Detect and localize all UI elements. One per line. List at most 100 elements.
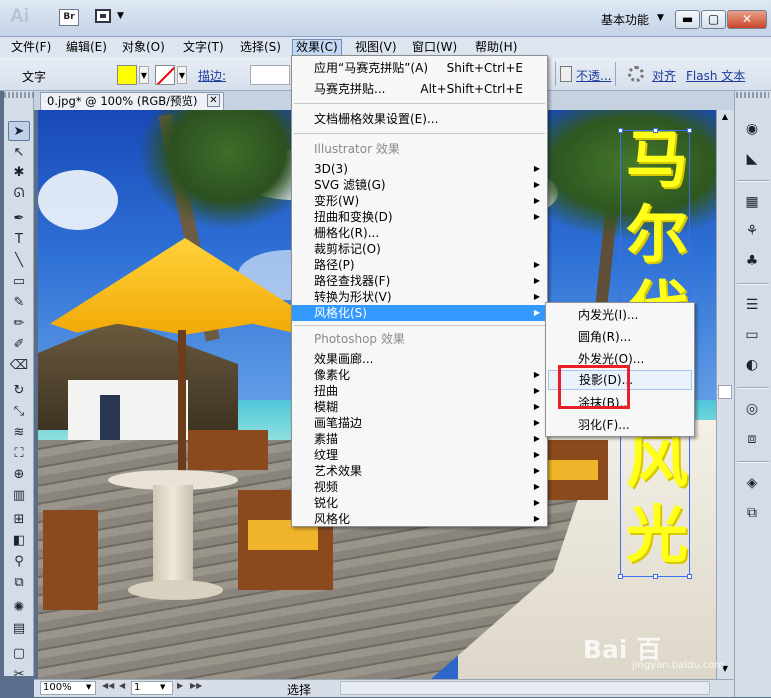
chevron-down-icon[interactable]: ▼	[160, 683, 165, 691]
stroke-weight-link[interactable]: 描边:	[198, 67, 226, 84]
menu-item-crop-marks[interactable]: 裁剪标记(O)	[292, 241, 547, 257]
menu-item-texture[interactable]: 纹理 ▶	[292, 447, 547, 463]
type-tool-icon[interactable]: T	[8, 230, 30, 250]
opacity-link[interactable]: 不透...	[576, 67, 611, 84]
menu-item-brush-strokes[interactable]: 画笔描边 ▶	[292, 415, 547, 431]
eraser-tool-icon[interactable]: ⌫	[8, 356, 30, 376]
color-panel-icon[interactable]: ◉	[742, 120, 762, 138]
menu-object[interactable]: 对象(O)	[119, 39, 168, 56]
graphic-styles-panel-icon[interactable]: ⧈	[742, 430, 762, 448]
free-transform-tool-icon[interactable]: ⛶	[8, 444, 30, 464]
rectangle-tool-icon[interactable]: ▭	[8, 272, 30, 292]
selection-tool-icon[interactable]: ➤	[8, 121, 30, 141]
lasso-tool-icon[interactable]: ᘏ	[8, 184, 30, 204]
resize-handle[interactable]	[653, 574, 658, 579]
previous-artboard-icon[interactable]: ◀	[119, 681, 125, 690]
rotate-tool-icon[interactable]: ↻	[8, 381, 30, 401]
resize-handle[interactable]	[618, 574, 623, 579]
menu-item-apply-last[interactable]: 应用“马赛克拼贴”(A) Shift+Ctrl+E	[292, 60, 547, 76]
stroke-panel-icon[interactable]: ☰	[742, 296, 762, 314]
menu-window[interactable]: 窗口(W)	[409, 39, 460, 56]
resize-handle[interactable]	[687, 128, 692, 133]
pencil-tool-icon[interactable]: ✏	[8, 314, 30, 334]
maximize-button[interactable]: ▢	[701, 10, 726, 29]
menu-file[interactable]: 文件(F)	[8, 39, 54, 56]
menu-item-distort-transform[interactable]: 扭曲和变换(D) ▶	[292, 209, 547, 225]
pen-tool-icon[interactable]: ✒	[8, 209, 30, 229]
style-swatch[interactable]	[560, 66, 572, 82]
menu-item-convert-shape[interactable]: 转换为形状(V) ▶	[292, 289, 547, 305]
menu-item-inner-glow[interactable]: 内发光(I)...	[546, 305, 694, 325]
stroke-weight-input[interactable]	[250, 65, 290, 85]
artboard-tool-icon[interactable]: ▢	[8, 644, 30, 664]
paintbrush-tool-icon[interactable]: ✎	[8, 293, 30, 313]
menu-help[interactable]: 帮助(H)	[472, 39, 520, 56]
menu-item-sharpen[interactable]: 锐化 ▶	[292, 495, 547, 511]
menu-effect[interactable]: 效果(C)	[292, 39, 342, 56]
resize-handle[interactable]	[618, 128, 623, 133]
chevron-down-icon[interactable]: ▼	[86, 683, 91, 691]
line-tool-icon[interactable]: ╲	[8, 251, 30, 271]
menu-item-feather[interactable]: 羽化(F)...	[546, 415, 694, 435]
menu-item-pixelate[interactable]: 像素化 ▶	[292, 367, 547, 383]
menu-item-video[interactable]: 视频 ▶	[292, 479, 547, 495]
column-graph-tool-icon[interactable]: ▤	[8, 619, 30, 639]
minimize-button[interactable]: ▬	[675, 10, 700, 29]
swatches-panel-icon[interactable]: ▦	[742, 193, 762, 211]
menu-item-path[interactable]: 路径(P) ▶	[292, 257, 547, 273]
chevron-down-icon[interactable]: ▼	[177, 66, 187, 84]
menu-item-distort[interactable]: 扭曲 ▶	[292, 383, 547, 399]
menu-item-pathfinder[interactable]: 路径查找器(F) ▶	[292, 273, 547, 289]
eyedropper-tool-icon[interactable]: ⚲	[8, 552, 30, 572]
menu-view[interactable]: 视图(V)	[352, 39, 400, 56]
menu-item-raster-settings[interactable]: 文档栅格效果设置(E)...	[292, 111, 547, 127]
blob-brush-tool-icon[interactable]: ✐	[8, 335, 30, 355]
align-link[interactable]: 对齐	[652, 67, 676, 84]
chevron-down-icon[interactable]: ▼	[139, 66, 149, 84]
resize-handle[interactable]	[687, 574, 692, 579]
menu-item-round-corners[interactable]: 圆角(R)...	[546, 327, 694, 347]
warp-tool-icon[interactable]: ≋	[8, 423, 30, 443]
panel-grip[interactable]	[4, 92, 34, 98]
document-tab[interactable]: 0.jpg* @ 100% (RGB/预览)	[40, 92, 224, 110]
menu-item-blur[interactable]: 模糊 ▶	[292, 399, 547, 415]
slice-tool-icon[interactable]: ✂	[8, 665, 30, 685]
scale-tool-icon[interactable]: ⤡	[8, 402, 30, 422]
resize-handle[interactable]	[653, 128, 658, 133]
workspace-switcher[interactable]: 基本功能	[601, 11, 649, 28]
menu-item-ps-stylize[interactable]: 风格化 ▶	[292, 511, 547, 527]
artboard-number-field[interactable]: 1	[131, 681, 173, 695]
menu-item-3d[interactable]: 3D(3) ▶	[292, 161, 547, 177]
flash-text-link[interactable]: Flash 文本	[686, 67, 745, 84]
layers-panel-icon[interactable]: ◈	[742, 474, 762, 492]
fill-color-swatch[interactable]	[117, 65, 137, 85]
menu-edit[interactable]: 编辑(E)	[63, 39, 110, 56]
menu-type[interactable]: 文字(T)	[180, 39, 227, 56]
gradient-panel-icon[interactable]: ▭	[742, 326, 762, 344]
transparency-panel-icon[interactable]: ◐	[742, 356, 762, 374]
menu-item-rasterize[interactable]: 栅格化(R)...	[292, 225, 547, 241]
recolor-icon[interactable]	[628, 66, 644, 82]
appearance-panel-icon[interactable]: ◎	[742, 400, 762, 418]
bridge-button[interactable]: Br	[59, 9, 79, 26]
magic-wand-tool-icon[interactable]: ✱	[8, 163, 30, 183]
last-artboard-icon[interactable]: ▶▶	[190, 681, 202, 690]
symbol-sprayer-tool-icon[interactable]: ✺	[8, 598, 30, 618]
panel-grip[interactable]	[736, 92, 769, 98]
scroll-thumb[interactable]	[718, 385, 732, 399]
scroll-up-icon[interactable]: ▲	[718, 110, 732, 124]
menu-item-last-effect[interactable]: 马赛克拼贴... Alt+Shift+Ctrl+E	[292, 81, 547, 97]
arrange-documents-button[interactable]: ▼	[95, 8, 129, 27]
direct-selection-tool-icon[interactable]: ↖	[8, 143, 30, 163]
blend-tool-icon[interactable]: ⧉	[8, 573, 30, 593]
mesh-tool-icon[interactable]: ⊞	[8, 510, 30, 530]
shape-builder-tool-icon[interactable]: ⊕	[8, 465, 30, 485]
chevron-down-icon[interactable]: ▼	[657, 13, 664, 23]
first-artboard-icon[interactable]: ◀◀	[102, 681, 114, 690]
menu-select[interactable]: 选择(S)	[237, 39, 284, 56]
brushes-panel-icon[interactable]: ⚘	[742, 222, 762, 240]
menu-item-artistic[interactable]: 艺术效果 ▶	[292, 463, 547, 479]
next-artboard-icon[interactable]: ▶	[177, 681, 183, 690]
graph-tool-icon[interactable]: ▥	[8, 486, 30, 506]
menu-item-sketch[interactable]: 素描 ▶	[292, 431, 547, 447]
